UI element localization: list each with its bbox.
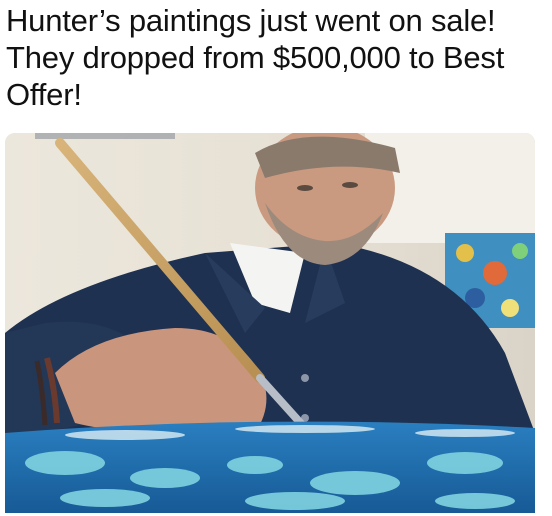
painting-photo-illustration: [5, 133, 535, 513]
caption-line-1: Hunter’s paintings just went on sale!: [6, 3, 496, 38]
shelf-strip: [35, 133, 175, 139]
jacket-button: [301, 374, 309, 382]
caption-line-2: They dropped from $500,000 to Best: [6, 40, 505, 75]
post-photo[interactable]: [5, 133, 535, 513]
post-caption: Hunter’s paintings just went on sale! Th…: [6, 2, 546, 113]
caption-line-3: Offer!: [6, 77, 82, 112]
